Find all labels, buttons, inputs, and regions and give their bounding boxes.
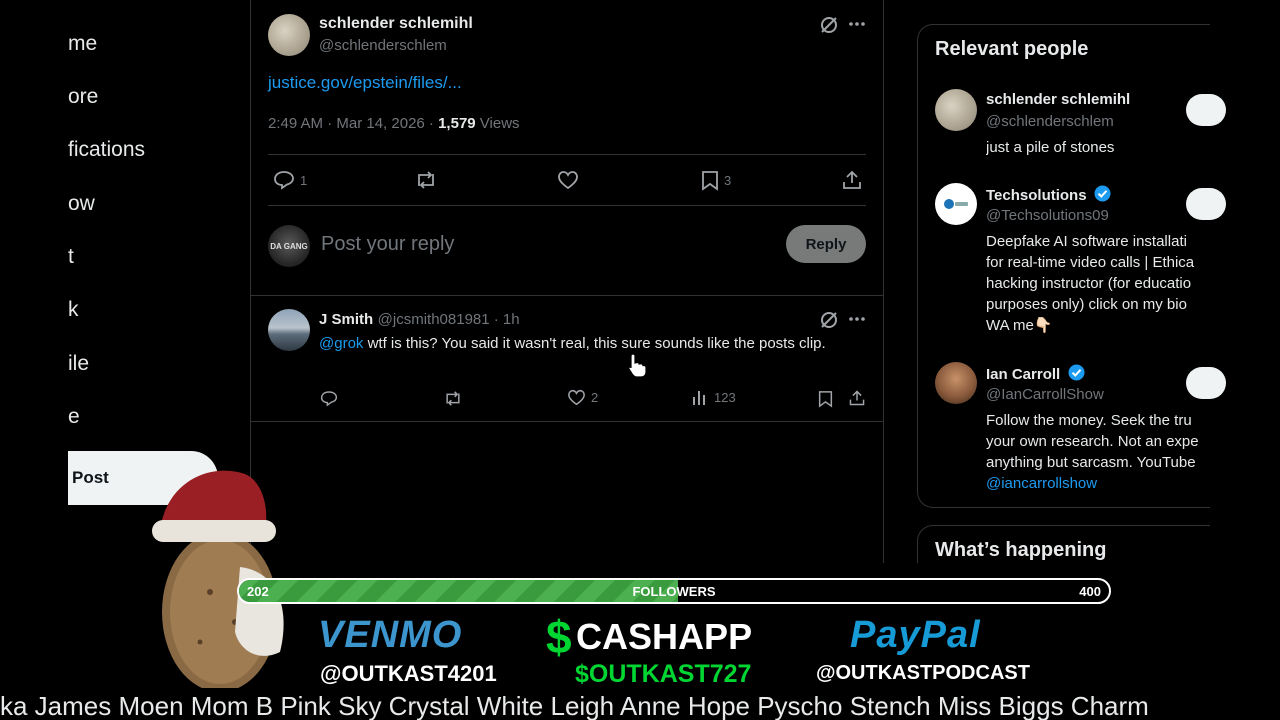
- like-icon[interactable]: [557, 170, 579, 190]
- share-icon[interactable]: [841, 169, 863, 191]
- reply-handle-time[interactable]: @jcsmith081981 · 1h: [378, 311, 520, 328]
- divider: [268, 154, 866, 155]
- divider: [268, 205, 866, 206]
- paypal-title: PayPal: [850, 614, 981, 656]
- nav-item-more[interactable]: e: [68, 405, 80, 429]
- nav-item-home[interactable]: me: [68, 32, 97, 56]
- reply-icon[interactable]: [320, 390, 338, 407]
- person-avatar[interactable]: [935, 183, 977, 225]
- person-name[interactable]: schlender schlemihl: [986, 91, 1210, 108]
- repost-icon[interactable]: [443, 390, 463, 407]
- like-icon: [567, 389, 586, 406]
- followers-goal: 400: [1079, 584, 1101, 599]
- tweet-views-label: Views: [475, 115, 520, 132]
- person-bio: Follow the money. Seek the tru your own …: [986, 410, 1210, 494]
- person-name-row: Techsolutions: [986, 185, 1210, 207]
- grok-icon[interactable]: [819, 15, 839, 35]
- person-avatar[interactable]: [935, 89, 977, 131]
- reply-author-avatar[interactable]: [268, 309, 310, 351]
- divider: [250, 421, 884, 422]
- reply-mention[interactable]: @grok: [319, 335, 363, 352]
- reply-count: 1: [300, 172, 308, 188]
- follow-button[interactable]: [1186, 94, 1226, 126]
- supporters-ticker: ka James Moen Mom B Pink Sky Crystal Whi…: [0, 691, 1149, 720]
- nav-item-bookmarks[interactable]: k: [68, 298, 79, 322]
- bio-link[interactable]: @iancarrollshow: [986, 473, 1210, 494]
- share-icon[interactable]: [848, 389, 866, 407]
- verified-badge-icon: [1094, 185, 1111, 207]
- bookmark-count: 3: [724, 173, 732, 188]
- more-options-icon[interactable]: [848, 316, 866, 322]
- person-avatar[interactable]: [935, 362, 977, 404]
- cashapp-dollar-icon: $: [546, 611, 572, 663]
- tweet-author-handle[interactable]: @schlenderschlem: [319, 37, 447, 54]
- tweet-timestamp[interactable]: 2:49 AM · Mar 14, 2026 ·: [268, 115, 438, 132]
- nav-item-chat[interactable]: t: [68, 245, 74, 269]
- followers-progress-bar: 202 FOLLOWERS 400: [237, 578, 1111, 604]
- nav-item-profile[interactable]: ile: [68, 352, 89, 376]
- bio-line: purposes only) click on my bio: [986, 296, 1187, 313]
- reply-button[interactable]: Reply: [786, 225, 866, 263]
- bio-line: anything but sarcasm. YouTube: [986, 454, 1196, 471]
- current-user-avatar[interactable]: DA GANG: [268, 225, 310, 267]
- cashapp-handle: $OUTKAST727: [575, 660, 752, 688]
- reply-input[interactable]: Post your reply: [321, 233, 454, 256]
- whats-happening-title: What’s happening: [935, 539, 1107, 561]
- follow-button[interactable]: [1186, 188, 1226, 220]
- relevant-people-title: Relevant people: [935, 38, 1089, 60]
- reply-author-name[interactable]: J Smith: [319, 311, 373, 328]
- bookmark-icon: [701, 170, 719, 191]
- venmo-handle: @OUTKAST4201: [320, 661, 497, 686]
- hand-cursor-icon: [627, 352, 647, 378]
- reply-body: wtf is this? You said it wasn't real, th…: [363, 335, 826, 352]
- person-handle[interactable]: @IanCarrollShow: [986, 386, 1210, 403]
- cashapp-title: CASHAPP: [576, 616, 753, 657]
- tweet-link[interactable]: justice.gov/epstein/files/...: [268, 73, 462, 93]
- person-bio: just a pile of stones: [986, 139, 1115, 156]
- person-name[interactable]: Techsolutions: [986, 187, 1087, 204]
- followers-label: FOLLOWERS: [632, 584, 716, 599]
- tweet-author-name[interactable]: schlender schlemihl: [319, 15, 473, 33]
- nav-item-explore[interactable]: ore: [68, 85, 98, 109]
- nav-item-notifications[interactable]: fications: [68, 138, 145, 162]
- person-handle[interactable]: @Techsolutions09: [986, 207, 1210, 224]
- verified-badge-icon: [1068, 364, 1085, 386]
- reply-like-count: 2: [591, 390, 599, 405]
- nav-item-follow[interactable]: ow: [68, 192, 95, 216]
- grok-icon[interactable]: [819, 310, 839, 330]
- bio-line: WA me👇🏻: [986, 317, 1053, 334]
- reply-text: @grok wtf is this? You said it wasn't re…: [319, 333, 849, 354]
- reply-view-count: 123: [714, 390, 736, 405]
- reply-like-action[interactable]: 2: [567, 389, 598, 406]
- person-bio: Deepfake AI software installati for real…: [986, 231, 1210, 336]
- santa-mascot-image: [140, 462, 300, 692]
- venmo-title: VENMO: [318, 614, 463, 656]
- reply-action[interactable]: 1: [273, 170, 307, 190]
- more-options-icon[interactable]: [848, 21, 866, 27]
- bio-line: Follow the money. Seek the tru: [986, 412, 1192, 429]
- bio-line: Deepfake AI software installati: [986, 233, 1187, 250]
- person-handle[interactable]: @schlenderschlem: [986, 113, 1210, 130]
- person-name[interactable]: Ian Carroll: [986, 366, 1060, 383]
- bio-line: your own research. Not an expe: [986, 433, 1199, 450]
- analytics-icon: [692, 389, 709, 406]
- bio-line: for real-time video calls | Ethica: [986, 254, 1195, 271]
- reply-icon: [273, 170, 295, 190]
- reply-header: J Smith @jcsmith081981 · 1h: [319, 311, 520, 329]
- tweet-views-count: 1,579: [438, 115, 476, 132]
- tweet-author-avatar[interactable]: [268, 14, 310, 56]
- bookmark-action[interactable]: 3: [701, 170, 731, 191]
- reply-views-action[interactable]: 123: [692, 389, 736, 406]
- tweet-meta: 2:49 AM · Mar 14, 2026 · 1,579 Views: [268, 115, 520, 132]
- bio-line: hacking instructor (for educatio: [986, 275, 1192, 292]
- divider: [250, 295, 884, 296]
- repost-icon[interactable]: [414, 170, 438, 190]
- cashapp-title-row: $ CASHAPP: [546, 610, 752, 664]
- bookmark-icon[interactable]: [818, 390, 833, 408]
- paypal-handle: @OUTKASTPODCAST: [816, 662, 1030, 684]
- person-name-row: Ian Carroll: [986, 364, 1210, 386]
- follow-button[interactable]: [1186, 367, 1226, 399]
